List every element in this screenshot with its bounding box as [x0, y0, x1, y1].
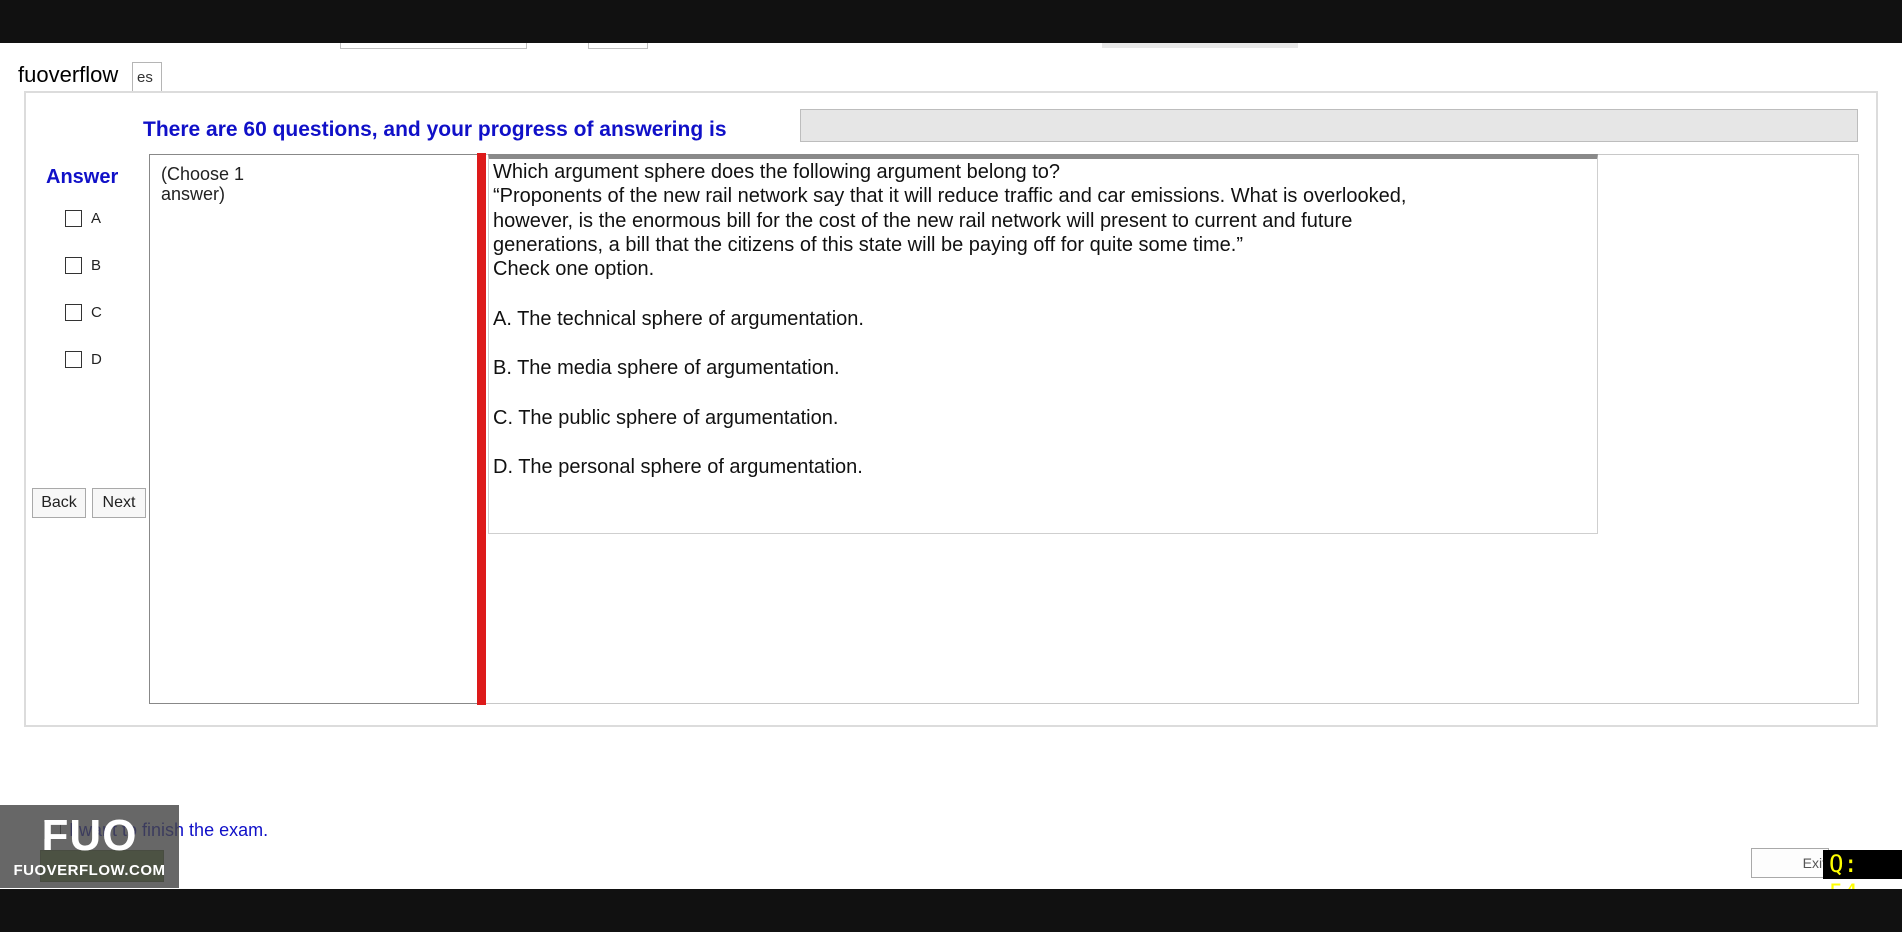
question-line: however, is the enormous bill for the co… — [493, 210, 1353, 232]
checkbox-c[interactable] — [65, 303, 82, 321]
answer-option-b[interactable]: B — [65, 255, 101, 275]
checkbox-d[interactable] — [65, 350, 82, 368]
exit-button[interactable]: Exit — [1751, 848, 1829, 878]
logo-site: FUOVERFLOW.COM — [13, 862, 166, 879]
tab-label: es — [137, 69, 153, 86]
top-partial-control — [340, 43, 527, 49]
hint-panel — [149, 154, 479, 704]
next-button[interactable]: Next — [92, 488, 146, 518]
answer-option-c[interactable]: C — [65, 302, 102, 322]
option-label-d: D — [91, 350, 102, 368]
answer-option-d[interactable]: D — [65, 349, 102, 369]
option-label-b: B — [91, 256, 102, 274]
question-line: Check one option. — [493, 258, 655, 280]
choose-hint: (Choose 1 answer) — [161, 164, 245, 204]
tab-questions[interactable]: es — [132, 62, 162, 91]
progress-label: There are 60 questions, and your progres… — [143, 118, 727, 141]
answer-option-a[interactable]: A — [65, 208, 101, 228]
question-line: “Proponents of the new rail network say … — [493, 185, 1407, 207]
option-label-c: C — [91, 303, 102, 321]
option-label-a: A — [91, 209, 102, 227]
checkbox-b[interactable] — [65, 256, 82, 274]
bottom-letterbox-bar — [0, 889, 1902, 932]
brand-watermark: fuoverflow — [18, 62, 119, 87]
question-option-c: C. The public sphere of argumentation. — [493, 407, 839, 429]
question-line: Which argument sphere does the following… — [493, 161, 1061, 183]
fuoverflow-logo: FUO FUOVERFLOW.COM — [0, 805, 179, 888]
checkbox-a[interactable] — [65, 209, 82, 227]
answer-title: Answer — [46, 166, 119, 188]
back-button[interactable]: Back — [32, 488, 86, 518]
logo-mark: FUO — [41, 811, 138, 860]
question-option-d: D. The personal sphere of argumentation. — [493, 456, 863, 478]
top-letterbox-bar — [0, 0, 1902, 43]
question-option-a: A. The technical sphere of argumentation… — [493, 308, 864, 330]
panel-divider[interactable] — [477, 153, 486, 705]
progress-bar — [800, 109, 1858, 142]
top-partial-control — [588, 43, 648, 49]
question-line: generations, a bill that the citizens of… — [493, 234, 1244, 256]
question-option-b: B. The media sphere of argumentation. — [493, 357, 840, 379]
question-counter: Q: 54 — [1823, 850, 1902, 907]
top-partial-control — [1102, 43, 1298, 48]
